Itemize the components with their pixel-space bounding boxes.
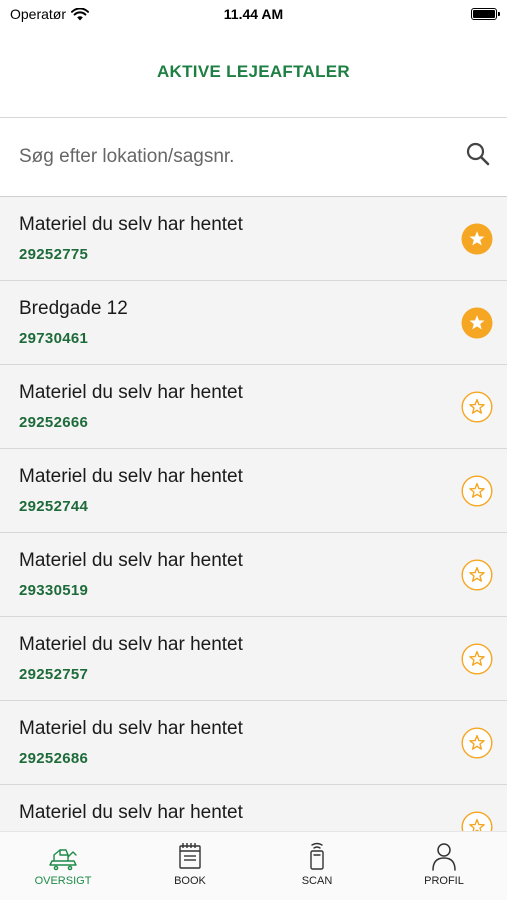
item-title: Materiel du selv har hentet bbox=[19, 466, 243, 487]
item-number: 29252686 bbox=[19, 750, 89, 767]
battery-icon bbox=[471, 8, 500, 20]
item-number: 29252757 bbox=[19, 666, 89, 683]
list-item[interactable]: Bredgade 12 29730461 bbox=[0, 281, 507, 365]
star-outline-icon[interactable] bbox=[461, 643, 493, 675]
star-filled-icon[interactable] bbox=[461, 307, 493, 339]
header: AKTIVE LEJEAFTALER bbox=[0, 30, 507, 118]
tab-oversigt[interactable]: OVERSIGT bbox=[0, 832, 126, 901]
tab-bar: OVERSIGT BOOK SCAN PROFIL bbox=[0, 831, 507, 900]
tab-book[interactable]: BOOK bbox=[127, 832, 253, 901]
search-input[interactable] bbox=[19, 140, 439, 174]
item-number: 29252666 bbox=[19, 414, 89, 431]
item-number: 29730461 bbox=[19, 330, 89, 347]
item-title: Materiel du selv har hentet bbox=[19, 550, 243, 571]
tab-label: SCAN bbox=[301, 875, 333, 887]
tab-label: PROFIL bbox=[424, 875, 464, 887]
person-icon bbox=[432, 843, 456, 871]
page-title: AKTIVE LEJEAFTALER bbox=[156, 62, 351, 81]
star-filled-icon[interactable] bbox=[461, 223, 493, 255]
machine-icon bbox=[49, 849, 77, 871]
list-item[interactable]: Materiel du selv har hentet 29252775 bbox=[0, 197, 507, 281]
tab-label: BOOK bbox=[174, 875, 206, 887]
tab-scan[interactable]: SCAN bbox=[254, 832, 380, 901]
star-outline-icon[interactable] bbox=[461, 475, 493, 507]
scanner-icon bbox=[310, 842, 324, 870]
item-title: Materiel du selv har hentet bbox=[19, 634, 243, 655]
search-bar bbox=[0, 118, 507, 197]
clock: 11.44 AM bbox=[223, 6, 284, 22]
agreement-list[interactable]: Materiel du selv har hentet 29252775 Bre… bbox=[0, 197, 507, 831]
item-title: Materiel du selv har hentet bbox=[19, 802, 243, 823]
list-item[interactable]: Materiel du selv har hentet bbox=[0, 785, 507, 831]
item-number: 29330519 bbox=[19, 582, 89, 599]
item-number: 29252744 bbox=[19, 498, 89, 515]
search-icon[interactable] bbox=[465, 141, 491, 167]
list-item[interactable]: Materiel du selv har hentet 29252744 bbox=[0, 449, 507, 533]
item-title: Materiel du selv har hentet bbox=[19, 382, 243, 403]
status-bar: Operatør 11.44 AM bbox=[0, 0, 507, 30]
list-item[interactable]: Materiel du selv har hentet 29252686 bbox=[0, 701, 507, 785]
list-item[interactable]: Materiel du selv har hentet 29252757 bbox=[0, 617, 507, 701]
star-outline-icon[interactable] bbox=[461, 559, 493, 591]
tab-label: OVERSIGT bbox=[34, 875, 92, 887]
item-title: Materiel du selv har hentet bbox=[19, 214, 243, 235]
notebook-icon bbox=[179, 843, 201, 869]
star-outline-icon[interactable] bbox=[461, 727, 493, 759]
list-item[interactable]: Materiel du selv har hentet 29252666 bbox=[0, 365, 507, 449]
star-outline-icon[interactable] bbox=[461, 391, 493, 423]
item-number: 29252775 bbox=[19, 246, 89, 263]
list-item[interactable]: Materiel du selv har hentet 29330519 bbox=[0, 533, 507, 617]
item-title: Bredgade 12 bbox=[19, 298, 128, 319]
tab-profil[interactable]: PROFIL bbox=[381, 832, 507, 901]
item-title: Materiel du selv har hentet bbox=[19, 718, 243, 739]
star-outline-icon[interactable] bbox=[461, 811, 493, 831]
